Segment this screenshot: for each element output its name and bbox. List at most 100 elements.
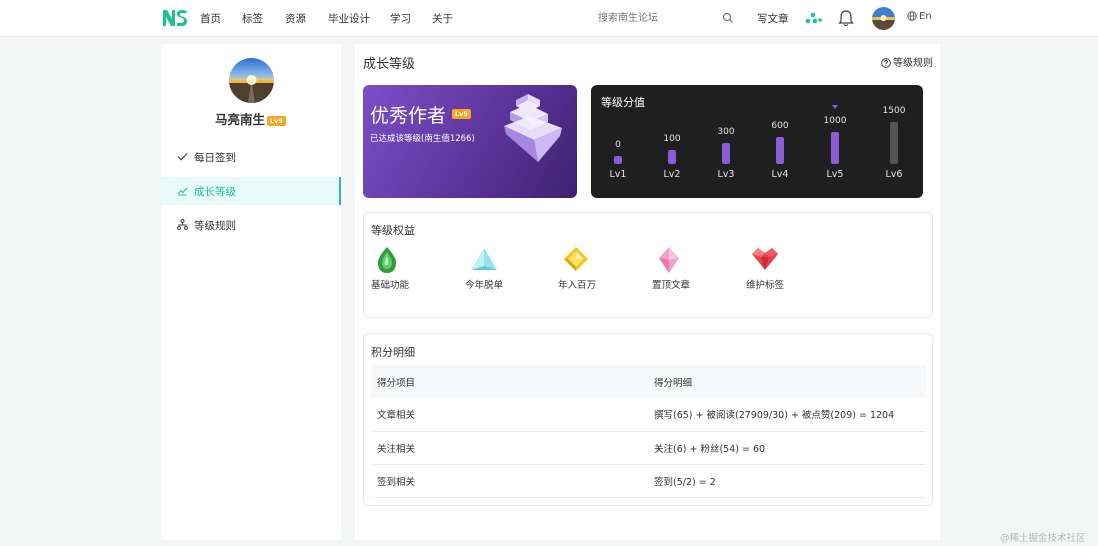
nav-link-graduation[interactable]: 毕业设计 xyxy=(328,11,370,26)
cyan-pyramid-icon xyxy=(471,248,497,270)
profile-name-text: 马亮南生 xyxy=(215,112,266,127)
table-cell: 签到(5/2) = 2 xyxy=(648,464,926,498)
search-icon[interactable] xyxy=(722,12,734,24)
current-level-marker xyxy=(832,105,838,109)
table-cell: 撰写(65) + 被阅读(27909/30) + 被点赞(209) = 1204 xyxy=(648,398,926,432)
score-bar-lv5: 1000 Lv5 xyxy=(815,85,855,198)
points-detail-card: 积分明细 得分项目 得分明细 文章相关 撰写(65) + 被阅读(27909/3… xyxy=(363,333,933,506)
right-item-label: 基础功能 xyxy=(371,280,410,291)
community-dots-icon[interactable] xyxy=(804,11,822,25)
sidebar-item-level-rules[interactable]: 等级规则 xyxy=(161,211,341,239)
green-gem-icon xyxy=(377,247,397,273)
level-rights-card: 等级权益 基础功能 今年脱单 年入百万 置顶文章 维护标签 xyxy=(363,212,933,318)
score-bar-fill xyxy=(668,150,676,164)
page-title: 成长等级 xyxy=(363,57,416,72)
level-score-card: 等级分值 0 Lv1 100 Lv2 300 Lv3 600 Lv4 1000 Lv5 1500 Lv… xyxy=(591,85,923,198)
watermark: @稀土掘金技术社区 xyxy=(1000,533,1086,544)
level-hero-card: 优秀作者 Lv5 已达成该等级(南生值1266) xyxy=(363,85,577,198)
score-bar-lv1: 0 Lv1 xyxy=(598,85,638,198)
score-bar-label: Lv3 xyxy=(717,169,735,180)
score-bar-label: Lv1 xyxy=(609,169,627,180)
hero-title: 优秀作者 xyxy=(370,105,447,127)
table-row: 签到相关 签到(5/2) = 2 xyxy=(371,464,926,498)
main-panel: 成长等级 等级规则 优秀作者 Lv5 已达成该等级(南生值1266) 等级分值 … xyxy=(355,44,940,540)
level-rules-label: 等级规则 xyxy=(893,58,933,69)
search-box xyxy=(590,8,740,28)
points-table: 得分项目 得分明细 文章相关 撰写(65) + 被阅读(27909/30) + … xyxy=(371,365,926,498)
trend-icon xyxy=(177,187,188,196)
right-item-single[interactable]: 今年脱单 xyxy=(465,246,525,292)
site-logo[interactable] xyxy=(162,9,188,27)
nav-link-about[interactable]: 关于 xyxy=(432,11,453,26)
score-bar-value: 100 xyxy=(663,134,681,144)
score-bar-value: 1500 xyxy=(882,106,906,116)
points-title: 积分明细 xyxy=(371,346,415,359)
score-bar-value: 1000 xyxy=(823,116,847,126)
right-item-million[interactable]: 年入百万 xyxy=(558,246,618,292)
check-icon xyxy=(177,153,188,161)
right-item-tags[interactable]: 维护标签 xyxy=(746,246,806,292)
tree-icon xyxy=(177,219,188,230)
user-avatar[interactable] xyxy=(872,7,895,30)
score-bar-label: Lv5 xyxy=(826,169,844,180)
score-bar-label: Lv4 xyxy=(771,169,789,180)
sidebar-item-growth-level[interactable]: 成长等级 xyxy=(161,177,341,205)
sidebar-item-label: 每日签到 xyxy=(194,152,236,164)
nav-link-home[interactable]: 首页 xyxy=(200,11,221,26)
rights-title: 等级权益 xyxy=(371,224,415,237)
language-switch[interactable]: En xyxy=(907,11,932,22)
score-bar-fill xyxy=(614,156,622,164)
score-bar-lv6: 1500 Lv6 xyxy=(874,85,914,198)
profile-avatar[interactable] xyxy=(229,58,274,103)
nav-link-resources[interactable]: 资源 xyxy=(285,11,306,26)
bell-icon[interactable] xyxy=(838,9,854,27)
score-bar-label: Lv6 xyxy=(885,169,903,180)
table-cell: 文章相关 xyxy=(371,398,648,432)
sidebar-item-daily-checkin[interactable]: 每日签到 xyxy=(161,143,341,171)
level-badge: Lv5 xyxy=(267,116,286,126)
score-bar-value: 0 xyxy=(615,140,621,150)
right-item-label: 年入百万 xyxy=(558,280,597,291)
score-bar-fill xyxy=(722,143,730,164)
right-item-pin[interactable]: 置顶文章 xyxy=(652,246,712,292)
score-bar-fill xyxy=(890,122,898,164)
right-item-label: 今年脱单 xyxy=(465,280,504,291)
search-input[interactable] xyxy=(590,8,720,28)
score-bar-lv2: 100 Lv2 xyxy=(652,85,692,198)
hero-subtitle: 已达成该等级(南生值1266) xyxy=(370,134,475,144)
score-bar-lv3: 300 Lv3 xyxy=(706,85,746,198)
red-heart-gem-icon xyxy=(752,248,778,270)
table-cell: 关注相关 xyxy=(371,431,648,465)
right-item-basic[interactable]: 基础功能 xyxy=(371,246,431,292)
left-sidebar: 马亮南生 Lv5 每日签到 成长等级 等级规则 xyxy=(161,44,341,540)
sidebar-item-label: 等级规则 xyxy=(194,220,236,232)
write-article-link[interactable]: 写文章 xyxy=(757,11,789,26)
profile-name: 马亮南生 Lv5 xyxy=(215,109,286,128)
score-bar-fill xyxy=(831,132,839,164)
score-bar-fill xyxy=(776,137,784,164)
crystal-trophy-icon xyxy=(504,94,562,162)
score-bar-value: 600 xyxy=(771,121,789,131)
score-bar-lv4: 600 Lv4 xyxy=(760,85,800,198)
score-bar-value: 300 xyxy=(717,127,735,137)
table-cell: 关注(6) + 粉丝(54) = 60 xyxy=(648,431,926,465)
top-navbar: 首页 标签 资源 毕业设计 学习 关于 写文章 En xyxy=(0,0,1098,37)
right-item-label: 置顶文章 xyxy=(652,280,691,291)
nav-link-tags[interactable]: 标签 xyxy=(242,11,263,26)
table-header-row: 得分项目 得分明细 xyxy=(371,365,926,398)
yellow-gem-icon xyxy=(564,247,588,271)
right-item-label: 维护标签 xyxy=(746,280,785,291)
nav-link-learn[interactable]: 学习 xyxy=(390,11,411,26)
pink-crystal-icon xyxy=(659,247,679,273)
score-bar-label: Lv2 xyxy=(663,169,681,180)
table-row: 文章相关 撰写(65) + 被阅读(27909/30) + 被点赞(209) =… xyxy=(371,398,926,432)
column-header: 得分项目 xyxy=(371,365,648,398)
column-header: 得分明细 xyxy=(648,365,926,398)
level-rules-link[interactable]: 等级规则 xyxy=(881,54,933,69)
hero-level-badge: Lv5 xyxy=(452,109,471,119)
sidebar-item-label: 成长等级 xyxy=(194,186,236,198)
table-row: 关注相关 关注(6) + 粉丝(54) = 60 xyxy=(371,431,926,465)
globe-icon xyxy=(907,11,917,21)
question-circle-icon xyxy=(881,58,891,68)
language-label: En xyxy=(919,11,932,22)
